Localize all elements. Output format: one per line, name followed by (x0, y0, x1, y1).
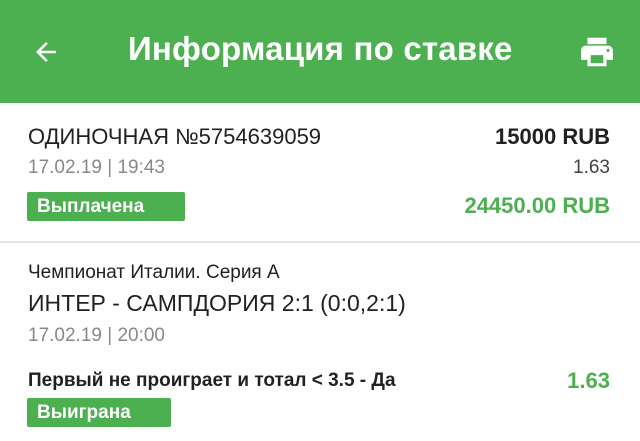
selection-odds: 1.63 (567, 368, 610, 393)
status-badge-won: Выиграна (27, 398, 171, 427)
bet-selection: Первый не проиграет и тотал < 3.5 - Да (28, 370, 396, 391)
back-button[interactable] (22, 28, 70, 76)
status-badge-paid: Выплачена (27, 192, 185, 221)
match-title: ИНТЕР - САМПДОРИЯ 2:1 (0:0,2:1) (28, 290, 406, 316)
arrow-left-icon (36, 42, 56, 62)
app-bar: Информация по ставке (0, 0, 640, 103)
bet-odds: 1.63 (573, 157, 610, 178)
bet-stake: 15000 RUB (495, 124, 610, 149)
bet-date: 17.02.19 | 19:43 (28, 157, 165, 178)
print-button[interactable] (573, 28, 621, 76)
printer-icon (581, 37, 613, 67)
section-divider (0, 241, 640, 243)
page-title: Информация по ставке (128, 30, 513, 67)
bet-payout: 24450.00 RUB (464, 193, 610, 218)
tournament-name: Чемпионат Италии. Серия А (28, 262, 280, 283)
bet-type-number: ОДИНОЧНАЯ №5754639059 (28, 124, 322, 149)
match-date: 17.02.19 | 20:00 (28, 325, 165, 346)
